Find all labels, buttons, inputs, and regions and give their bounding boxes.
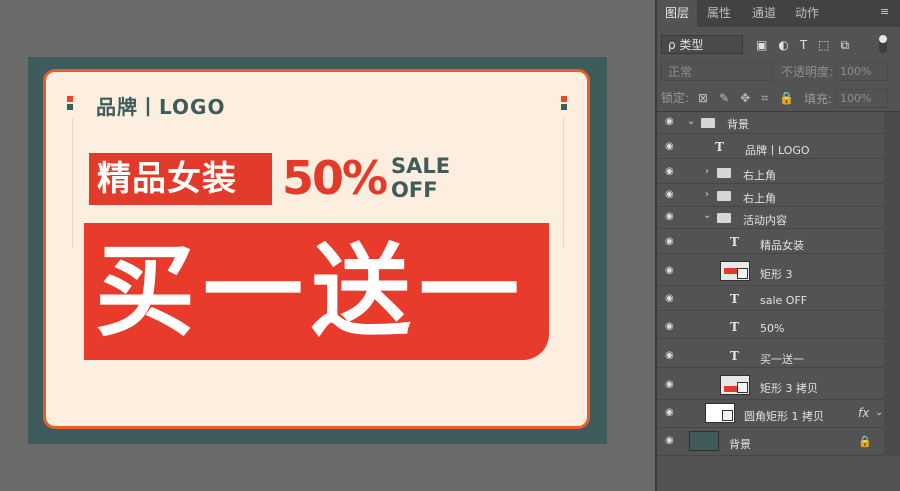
- layer-row[interactable]: ◉ ⌄ 背景: [657, 112, 900, 134]
- tab-layers[interactable]: 图层: [657, 0, 698, 27]
- visibility-eye-icon[interactable]: ◉: [665, 436, 677, 446]
- adjustment-filter-icon[interactable]: ◐: [778, 36, 788, 54]
- visibility-eye-icon[interactable]: ◉: [665, 190, 677, 200]
- filter-icons: ▣ ◐ T ⬚ ⧉: [756, 36, 849, 54]
- tab-properties[interactable]: 属性: [707, 0, 731, 27]
- visibility-eye-icon[interactable]: ◉: [665, 294, 677, 304]
- lock-transparency-icon[interactable]: ⊠: [698, 89, 708, 107]
- visibility-eye-icon[interactable]: ◉: [665, 237, 677, 247]
- banner-text: 买一送一: [95, 233, 527, 350]
- lock-icons: ⊠ ✎ ✥ ⌗ 🔒: [698, 89, 794, 107]
- layer-name: 买一送一: [760, 353, 804, 366]
- text-layer-icon: T: [730, 349, 739, 363]
- layer-thumbnail: [689, 431, 719, 451]
- text-layer-icon: T: [730, 235, 739, 249]
- tab-channels[interactable]: 通道: [752, 0, 776, 27]
- sale-line2: OFF: [391, 178, 438, 202]
- lock-all-icon[interactable]: 🔒: [779, 89, 794, 107]
- layer-thumbnail: [705, 403, 735, 423]
- layer-name: 背景: [727, 118, 749, 131]
- sale-off-text: SALE OFF: [391, 154, 450, 202]
- visibility-eye-icon[interactable]: ◉: [665, 322, 677, 332]
- folder-icon: [701, 118, 715, 128]
- layer-name: 精品女装: [760, 239, 804, 252]
- layer-thumbnail: [720, 261, 750, 281]
- lock-paint-icon[interactable]: ✎: [719, 89, 729, 107]
- fill-label: 填充:: [804, 92, 833, 106]
- layers-scrollbar[interactable]: [884, 112, 900, 456]
- corner-mark-tr-dark: [561, 104, 567, 110]
- corner-mark-tl-dark: [67, 104, 73, 110]
- layer-name: 矩形 3 拷贝: [760, 382, 818, 395]
- visibility-eye-icon[interactable]: ◉: [665, 351, 677, 361]
- panel-tabs: 图层 属性 通道 动作: [657, 0, 900, 27]
- layer-row[interactable]: ◉ 矩形 3 拷贝: [657, 372, 900, 400]
- folder-icon: [717, 191, 731, 201]
- visibility-eye-icon[interactable]: ◉: [665, 266, 677, 276]
- blend-mode-select[interactable]: 正常: [661, 62, 773, 81]
- filter-toggle[interactable]: [879, 35, 887, 53]
- sale-line1: SALE: [391, 154, 451, 178]
- tab-actions[interactable]: 动作: [795, 0, 819, 27]
- visibility-eye-icon[interactable]: ◉: [665, 117, 677, 127]
- layer-row[interactable]: ◉ › 右上角: [657, 185, 900, 207]
- lock-label: 锁定:: [661, 91, 690, 105]
- chevron-right-icon[interactable]: ›: [705, 166, 709, 177]
- layer-row[interactable]: ◉ ⌄ 活动内容: [657, 207, 900, 229]
- text-layer-icon: T: [715, 140, 724, 154]
- layer-name: 右上角: [743, 192, 776, 205]
- chevron-down-icon[interactable]: ⌄: [687, 116, 695, 127]
- layer-name: 50%: [760, 322, 785, 335]
- layer-row[interactable]: ◉ 背景 🔒: [657, 428, 900, 456]
- panel-menu-icon[interactable]: ≡: [880, 6, 891, 17]
- visibility-eye-icon[interactable]: ◉: [665, 408, 677, 418]
- layer-row[interactable]: ◉ 矩形 3: [657, 258, 900, 286]
- layer-row[interactable]: ◉ T sale OFF: [657, 289, 900, 311]
- folder-icon: [717, 168, 731, 178]
- opacity-label: 不透明度:: [781, 65, 834, 79]
- layer-filter-select[interactable]: ρ 类型: [661, 35, 743, 54]
- fill-field[interactable]: 100%: [836, 89, 888, 108]
- visibility-eye-icon[interactable]: ◉: [665, 167, 677, 177]
- visibility-eye-icon[interactable]: ◉: [665, 380, 677, 390]
- layer-name: sale OFF: [760, 294, 808, 307]
- chevron-down-icon[interactable]: ⌄: [703, 210, 711, 221]
- layer-name: 背景: [729, 438, 751, 451]
- guide-line-left: [72, 118, 73, 248]
- corner-mark-tl-red: [67, 96, 73, 102]
- lock-position-icon[interactable]: ✥: [740, 89, 750, 107]
- percent-text: 50%: [282, 151, 388, 205]
- smart-object-filter-icon[interactable]: ⧉: [841, 36, 850, 54]
- brand-logo-text: 品牌丨LOGO: [96, 95, 226, 119]
- image-filter-icon[interactable]: ▣: [756, 36, 767, 54]
- layer-row[interactable]: ◉ 圆角矩形 1 拷贝 fx ⌄: [657, 400, 900, 428]
- guide-line-right: [563, 118, 564, 248]
- shape-filter-icon[interactable]: ⬚: [818, 36, 829, 54]
- visibility-eye-icon[interactable]: ◉: [665, 212, 677, 222]
- text-layer-icon: T: [730, 292, 739, 306]
- layer-name: 圆角矩形 1 拷贝: [744, 410, 824, 423]
- chevron-down-icon[interactable]: ⌄: [875, 407, 883, 418]
- folder-icon: [717, 213, 731, 223]
- fx-icon[interactable]: fx: [858, 406, 869, 420]
- layer-name: 右上角: [743, 169, 776, 182]
- visibility-eye-icon[interactable]: ◉: [665, 142, 677, 152]
- lock-artboard-icon[interactable]: ⌗: [761, 89, 768, 107]
- layer-name: 品牌丨LOGO: [745, 144, 810, 157]
- layer-thumbnail: [720, 375, 750, 395]
- tag-text: 精品女装: [97, 159, 237, 199]
- layer-row[interactable]: ◉ › 右上角: [657, 162, 900, 184]
- opacity-field[interactable]: 100%: [836, 62, 888, 81]
- layer-name: 矩形 3: [760, 268, 793, 281]
- layer-name: 活动内容: [743, 214, 787, 227]
- corner-mark-tr-red: [561, 96, 567, 102]
- text-layer-icon: T: [730, 320, 739, 334]
- layer-row[interactable]: ◉ T 50%: [657, 317, 900, 339]
- layer-row[interactable]: ◉ T 精品女装: [657, 232, 900, 254]
- lock-icon: 🔒: [858, 435, 872, 448]
- text-filter-icon[interactable]: T: [800, 36, 807, 54]
- layer-row[interactable]: ◉ T 品牌丨LOGO: [657, 137, 900, 159]
- chevron-right-icon[interactable]: ›: [705, 189, 709, 200]
- layer-row[interactable]: ◉ T 买一送一: [657, 346, 900, 368]
